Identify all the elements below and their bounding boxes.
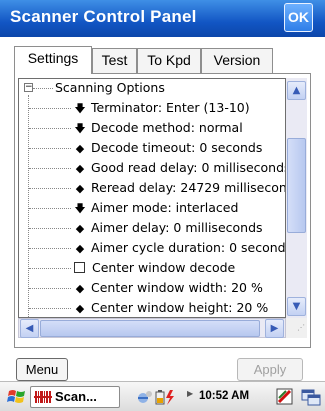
tree-root-label[interactable]: Scanning Options: [55, 79, 165, 97]
resize-grip-icon: ⋰: [286, 318, 307, 338]
tree-item-label: Center window width: 20 %: [91, 280, 263, 295]
taskbar-app-label: Scan...: [55, 389, 97, 404]
clock[interactable]: 10:52 AM: [199, 390, 249, 402]
tree-item-label: Decode timeout: 0 seconds: [91, 140, 263, 155]
tree-item[interactable]: ◆ Good read delay: 0 milliseconds: [73, 159, 286, 177]
tree-item[interactable]: Center window decode: [73, 259, 235, 277]
tree-item-label: Aimer mode: interlaced: [91, 200, 239, 215]
scroll-right-icon[interactable]: ▶: [265, 319, 284, 338]
tree-item[interactable]: ◆ Reread delay: 24729 millisecon: [73, 179, 286, 197]
collapse-icon[interactable]: −: [24, 83, 33, 92]
taskbar: Scan... ▶ 10:52 AM: [0, 381, 325, 411]
tab-settings[interactable]: Settings: [14, 46, 92, 74]
tree-item[interactable]: ◆ Center window width: 20 %: [73, 279, 263, 297]
tree-item[interactable]: ◆ Decode timeout: 0 seconds: [73, 139, 263, 157]
tree-item-label: Center window height: 20 %: [91, 300, 269, 315]
window-title: Scanner Control Panel: [10, 7, 197, 26]
tree-item-label: Aimer cycle duration: 0 second:: [91, 240, 286, 255]
tree-item-label: Center window decode: [92, 260, 236, 275]
tree-connector: [29, 148, 71, 149]
scroll-down-icon[interactable]: ▼: [287, 297, 306, 316]
tree-item[interactable]: 🡇 Terminator: Enter (13-10): [73, 99, 250, 117]
battery-icon: [155, 390, 165, 405]
tree-item-label: Reread delay: 24729 millisecon: [91, 180, 286, 195]
down-arrow-icon: 🡇: [74, 102, 86, 115]
tray-arrow-icon[interactable]: ▶: [187, 389, 193, 398]
taskbar-app-button[interactable]: Scan...: [30, 386, 120, 408]
apply-button[interactable]: Apply: [237, 358, 303, 381]
tree-connector: [29, 128, 71, 129]
vertical-scroll-thumb[interactable]: [287, 138, 306, 233]
tab-to-kpd[interactable]: To Kpd: [137, 48, 201, 73]
diamond-icon: ◆: [75, 162, 85, 175]
tree-connector: [29, 268, 71, 269]
network-icon: [138, 391, 152, 403]
tree-connector: [33, 88, 53, 89]
down-arrow-icon: 🡇: [74, 202, 86, 215]
diamond-icon: ◆: [75, 182, 85, 195]
barcode-icon: [34, 391, 52, 403]
horizontal-scrollbar[interactable]: ◀ ▶: [18, 318, 286, 338]
tree-connector: [29, 228, 71, 229]
diamond-icon: ◆: [75, 222, 85, 235]
tree-item[interactable]: ◆ Aimer delay: 0 milliseconds: [73, 219, 263, 237]
title-bar: Scanner Control Panel OK: [0, 0, 325, 37]
vertical-scrollbar[interactable]: ▲ ▼: [286, 78, 307, 318]
menu-button[interactable]: Menu: [16, 358, 68, 381]
tree-item-label: Decode method: normal: [91, 120, 243, 135]
tree-item-label: Good read delay: 0 milliseconds: [91, 160, 286, 175]
tab-version[interactable]: Version: [201, 48, 273, 73]
tree-connector: [29, 288, 71, 289]
tree-item[interactable]: ◆ Center window height: 20 %: [73, 299, 268, 317]
tab-test[interactable]: Test: [92, 48, 137, 73]
ok-button[interactable]: OK: [284, 3, 313, 32]
tree-item[interactable]: ◆ Aimer cycle duration: 0 second:: [73, 239, 286, 257]
tree-connector: [29, 188, 71, 189]
tree-item[interactable]: 🡇 Decode method: normal: [73, 119, 243, 137]
tree-connector: [29, 208, 71, 209]
flag-icon[interactable]: [274, 386, 296, 408]
checkbox-icon[interactable]: [74, 262, 85, 273]
windows-switch-icon[interactable]: [300, 386, 322, 408]
scroll-up-icon[interactable]: ▲: [287, 81, 306, 100]
tree-item-label: Aimer delay: 0 milliseconds: [91, 220, 263, 235]
tree-connector: [29, 308, 71, 309]
tree-connector: [29, 248, 71, 249]
start-windows-icon[interactable]: [6, 386, 28, 408]
diamond-icon: ◆: [75, 282, 85, 295]
tree-connector: [29, 108, 71, 109]
tree-connector: [29, 168, 71, 169]
scroll-left-icon[interactable]: ◀: [20, 319, 39, 338]
scanning-options-tree[interactable]: − Scanning Options 🡇 Terminator: Enter (1…: [18, 78, 286, 318]
power-bolt-icon: [166, 390, 174, 405]
tree-item[interactable]: 🡇 Aimer mode: interlaced: [73, 199, 238, 217]
diamond-icon: ◆: [75, 302, 85, 315]
diamond-icon: ◆: [75, 242, 85, 255]
diamond-icon: ◆: [75, 142, 85, 155]
tree-item-label: Terminator: Enter (13-10): [91, 100, 250, 115]
down-arrow-icon: 🡇: [74, 122, 86, 135]
system-tray: [134, 386, 194, 408]
horizontal-scroll-thumb[interactable]: [40, 320, 260, 337]
